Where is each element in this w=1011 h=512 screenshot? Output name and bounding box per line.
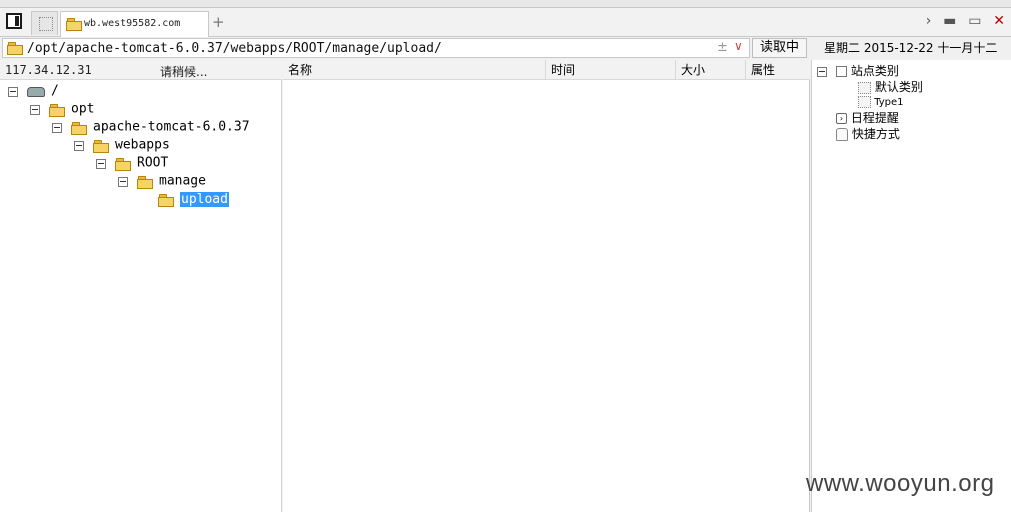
tab-bar: wb.west95582.com + › ▬ ▭ ✕ [0,8,1011,37]
category-item-icon [858,81,871,94]
blank-page-icon [39,17,53,31]
maximize-icon[interactable]: ▭ [968,13,981,29]
column-size[interactable]: 大小 [675,60,745,80]
collapse-icon[interactable] [96,158,106,169]
folder-open-icon [158,193,174,207]
column-name[interactable]: 名称 [283,60,545,80]
file-list-header: 名称 时间 大小 属性 [283,60,810,80]
category-icon [836,66,847,77]
tab-active-site[interactable]: wb.west95582.com [60,11,209,37]
schedule-item[interactable]: › 日程提醒 [836,110,899,126]
tree-node-label: manage [159,173,206,189]
tree-node-label: opt [71,101,95,117]
clock-icon: › [836,113,847,124]
default-category-label: 默认类别 [874,80,923,94]
loading-status: 请稍候... [160,65,208,79]
host-address: 117.34.12.31 [5,63,92,77]
site-panel: 站点类别 默认类别 Type1 › 日程提醒 快捷方式 [811,60,1011,512]
folder-icon [93,139,109,153]
tree-node-webapps[interactable]: webapps [74,136,170,154]
collapse-icon[interactable] [8,86,18,97]
tree-header: 117.34.12.31 请稍候... [0,60,282,80]
new-tab-button[interactable]: + [212,13,225,31]
type1-label: Type1 [874,97,904,108]
tree-node-upload[interactable]: upload [158,190,229,208]
window-controls: › ▬ ▭ ✕ [918,13,1005,31]
tab-blank[interactable] [31,11,58,35]
read-button[interactable]: 读取中 [752,38,807,58]
collapse-icon[interactable] [118,176,128,187]
collapse-icon[interactable] [817,66,827,77]
plus-minus-icon[interactable]: ± [717,40,728,55]
schedule-label: 日程提醒 [850,111,899,125]
column-attributes[interactable]: 属性 [745,60,810,80]
tree-node-label: webapps [115,137,170,153]
window-top-border [0,0,1011,8]
type1-item[interactable]: Type1 [858,95,904,111]
close-icon[interactable]: ✕ [993,13,1005,29]
folder-icon [49,103,65,117]
category-item-icon [858,96,871,108]
minimize-icon[interactable]: ▬ [943,13,956,29]
tree-node-label: apache-tomcat-6.0.37 [93,119,250,135]
drive-icon [27,86,45,97]
watermark-text: www.wooyun.org [806,470,995,497]
folder-icon [115,157,131,171]
site-category-label: 站点类别 [850,64,899,78]
folder-icon [7,42,23,55]
shortcuts-label: 快捷方式 [851,127,900,141]
hand-icon [836,128,848,141]
site-category-node[interactable]: 站点类别 [817,63,899,79]
chevron-down-icon[interactable]: ∨ [734,39,743,53]
tree-node-root[interactable]: / [8,82,59,100]
column-time[interactable]: 时间 [545,60,675,80]
tree-node-root-dir[interactable]: ROOT [96,154,168,172]
toggle-panel-icon[interactable] [6,13,22,29]
file-list-pane[interactable]: 名称 时间 大小 属性 [283,60,810,512]
tree-node-opt[interactable]: opt [30,100,94,118]
tab-label: wb.west95582.com [84,18,181,29]
tree-node-label-selected: upload [180,191,229,207]
date-display: 星期二 2015-12-22 十一月十二 [824,41,998,55]
tree-node-label: / [51,83,59,99]
collapse-icon[interactable] [52,122,62,133]
tree-node-apache-tomcat[interactable]: apache-tomcat-6.0.37 [52,118,250,136]
forward-arrow-icon[interactable]: › [926,13,932,29]
tree-node-label: ROOT [137,155,169,171]
directory-tree-pane: 117.34.12.31 请稍候... / opt apache-tomcat-… [0,60,282,512]
collapse-icon[interactable] [74,140,84,151]
path-text[interactable]: /opt/apache-tomcat-6.0.37/webapps/ROOT/m… [27,41,442,56]
folder-icon [71,121,87,135]
shortcuts-item[interactable]: 快捷方式 [836,126,900,142]
folder-icon [66,18,82,31]
default-category-item[interactable]: 默认类别 [858,79,923,95]
address-bar[interactable]: /opt/apache-tomcat-6.0.37/webapps/ROOT/m… [2,38,750,58]
collapse-icon[interactable] [30,104,40,115]
tree-node-manage[interactable]: manage [118,172,206,190]
folder-icon [137,175,153,189]
